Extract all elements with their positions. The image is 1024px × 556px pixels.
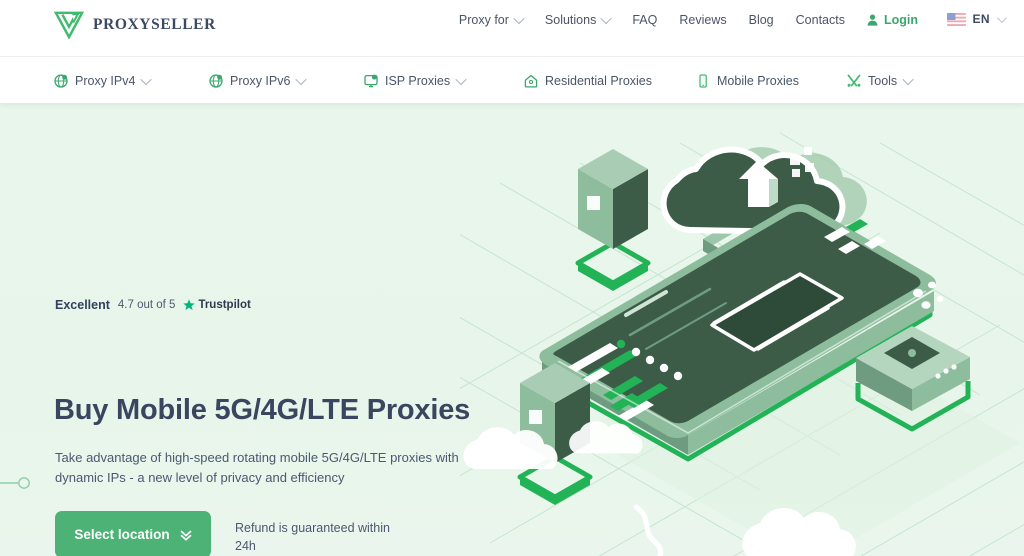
chevron-down-icon <box>140 73 153 85</box>
logo[interactable]: PROXYSELLER <box>54 10 216 39</box>
decorative-line-circle <box>0 477 30 489</box>
isometric-mobile-proxy-illustration <box>460 132 1024 556</box>
nav-label: Proxy for <box>458 13 509 27</box>
cta-row: Select location Refund is guaranteed wit… <box>55 511 405 556</box>
isometric-phone <box>539 204 936 462</box>
login-button[interactable]: Login <box>856 13 929 27</box>
chevron-down-icon <box>902 73 914 85</box>
nav-item-reviews[interactable]: Reviews <box>668 13 737 27</box>
login-label: Login <box>883 13 918 27</box>
subnav-item-tools[interactable]: Tools <box>847 57 914 104</box>
subnav-label: ISP Proxies <box>385 73 451 88</box>
trustpilot-rating-word: Excellent <box>55 298 110 312</box>
chevron-down-icon <box>600 12 613 25</box>
nav-label: FAQ <box>632 13 658 27</box>
sub-navigation: Proxy IPv4 Proxy IPv6 ISP Proxies Reside… <box>0 56 1024 103</box>
logo-text: PROXYSELLER <box>93 15 216 33</box>
top-navigation: Proxy for Solutions FAQ Reviews Blog Con… <box>448 12 929 27</box>
sparkle-squares <box>790 147 814 177</box>
page-title: Buy Mobile 5G/4G/LTE Proxies <box>54 394 471 426</box>
top-bar: PROXYSELLER Proxy for Solutions FAQ Revi… <box>0 0 1024 56</box>
trustpilot-star-icon <box>183 299 196 311</box>
proxyseller-logo-icon <box>54 10 84 39</box>
chevron-down-icon <box>996 12 1007 23</box>
language-selector[interactable]: EN <box>946 12 1007 26</box>
router-device <box>855 326 971 432</box>
trustpilot-score: 4.7 out of 5 <box>117 299 176 311</box>
select-location-label: Select location <box>74 527 170 542</box>
nav-item-solutions[interactable]: Solutions <box>534 12 621 27</box>
subnav-item-proxy-ipv4[interactable]: Proxy IPv4 <box>54 57 153 104</box>
globe-icon <box>54 73 68 88</box>
trustpilot-name: Trustpilot <box>198 299 251 311</box>
subnav-label: Proxy IPv6 <box>230 73 291 88</box>
subnav-label: Proxy IPv4 <box>75 73 136 88</box>
connection-pins <box>703 219 794 322</box>
subnav-item-proxy-ipv6[interactable]: Proxy IPv6 <box>209 57 308 104</box>
chevron-down-icon <box>455 73 467 85</box>
double-chevron-down-icon <box>180 529 192 541</box>
decorative-cloud-bottom <box>569 421 643 454</box>
sparkle-dots <box>913 281 944 309</box>
subnav-label: Residential Proxies <box>545 73 652 88</box>
nav-label: Contacts <box>795 13 845 27</box>
user-icon <box>867 14 878 26</box>
subnav-item-isp-proxies[interactable]: ISP Proxies <box>364 57 467 104</box>
chevron-down-icon <box>295 73 308 85</box>
tools-icon <box>847 74 861 88</box>
hero-subtitle: Take advantage of high-speed rotating mo… <box>55 450 459 485</box>
page-root: PROXYSELLER Proxy for Solutions FAQ Revi… <box>0 0 1024 556</box>
nav-item-faq[interactable]: FAQ <box>621 13 668 27</box>
refund-note: Refund is guaranteed within 24h <box>235 521 390 553</box>
cloud-shadow <box>700 147 867 226</box>
nav-item-contacts[interactable]: Contacts <box>785 13 856 27</box>
select-location-button[interactable]: Select location <box>55 511 211 556</box>
us-flag-icon <box>946 12 966 26</box>
nav-item-blog[interactable]: Blog <box>738 13 785 27</box>
phone-icon <box>696 73 710 88</box>
subnav-label: Tools <box>868 73 898 88</box>
cloud-icon <box>660 146 846 237</box>
nav-label: Reviews <box>679 13 727 27</box>
site-header: PROXYSELLER Proxy for Solutions FAQ Revi… <box>0 0 1024 103</box>
nav-label: Solutions <box>544 13 597 27</box>
hero-section: Excellent 4.7 out of 5 Trustpilot Buy Mo… <box>0 103 1024 556</box>
subnav-item-mobile-proxies[interactable]: Mobile Proxies <box>696 57 799 104</box>
nav-item-proxy-for[interactable]: Proxy for <box>448 12 534 27</box>
trustpilot-rating[interactable]: Excellent 4.7 out of 5 Trustpilot <box>55 298 251 312</box>
subnav-label: Mobile Proxies <box>717 73 799 88</box>
home-icon <box>524 74 538 88</box>
language-code: EN <box>972 12 990 26</box>
chevron-down-icon <box>513 12 525 25</box>
trustpilot-brand: Trustpilot <box>183 299 251 311</box>
monitor-icon <box>364 74 378 88</box>
decorative-cloud-right <box>742 508 856 556</box>
globe-icon <box>209 73 223 88</box>
floating-cube-bottom <box>517 363 593 505</box>
nav-label: Blog <box>748 13 774 27</box>
floating-cube-top <box>575 149 651 291</box>
subnav-item-residential-proxies[interactable]: Residential Proxies <box>524 57 652 104</box>
